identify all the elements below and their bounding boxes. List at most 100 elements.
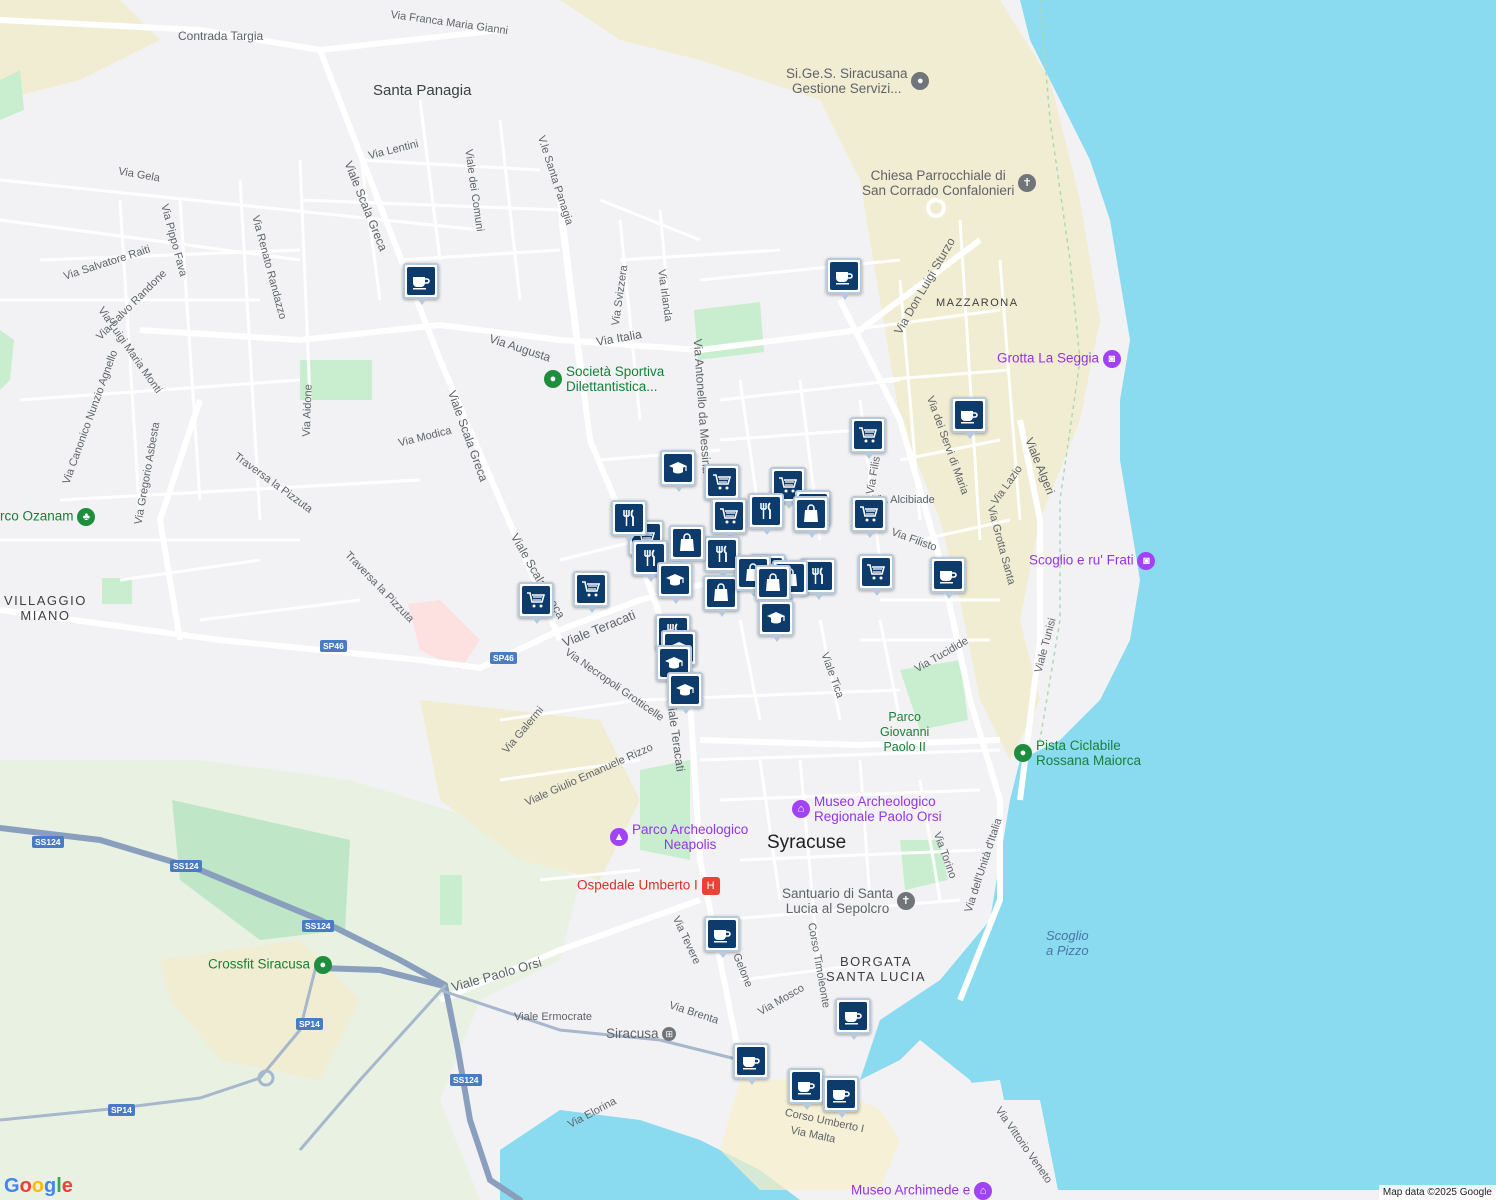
cafe-marker[interactable] bbox=[930, 557, 966, 593]
poi-pista-label: Pista Ciclabile Rossana Maiorca bbox=[1036, 738, 1141, 768]
map-attribution[interactable]: Map data ©2025 Google bbox=[1379, 1185, 1496, 1200]
google-logo-e: e bbox=[62, 1175, 73, 1197]
poi-sigess-label: Si.Ge.S. Siracusana Gestione Servizi... bbox=[786, 66, 908, 96]
road-shield-ss124: SS124 bbox=[170, 860, 202, 872]
cafe-marker[interactable] bbox=[733, 1043, 769, 1079]
poi-museo-label: Museo Archeologico Regionale Paolo Orsi bbox=[814, 794, 942, 824]
shopping-bag-marker[interactable] bbox=[669, 525, 705, 561]
school-marker[interactable] bbox=[660, 450, 696, 486]
poi-siracusa-station[interactable]: Siracusa ⊞ bbox=[606, 1026, 680, 1041]
road-shield-sp14: SP14 bbox=[108, 1104, 135, 1116]
poi-museo-archimede[interactable]: Museo Archimede e ⌂ bbox=[851, 1182, 996, 1200]
water-label-scoglio-a-pizzo: Scoglio a Pizzo bbox=[1046, 928, 1089, 958]
grocery-marker[interactable] bbox=[711, 498, 747, 534]
cafe-marker[interactable] bbox=[704, 916, 740, 952]
poi-crossfit[interactable]: Crossfit Siracusa ● bbox=[208, 956, 336, 974]
poi-grotta[interactable]: Grotta La Seggia ◙ bbox=[997, 350, 1125, 368]
school-marker[interactable] bbox=[758, 600, 794, 636]
shopping-bag-marker[interactable] bbox=[793, 496, 829, 532]
cafe-marker[interactable] bbox=[788, 1068, 824, 1104]
place-label-santa-panagia: Santa Panagia bbox=[373, 82, 471, 99]
cafe-icon bbox=[708, 920, 736, 948]
poi-pista[interactable]: ●Pista Ciclabile Rossana Maiorca bbox=[1014, 738, 1141, 768]
poi-museo-archimede-label: Museo Archimede e bbox=[851, 1183, 970, 1198]
poi-ospedale[interactable]: Ospedale Umberto I H bbox=[577, 877, 724, 895]
poi-ospedale-label: Ospedale Umberto I bbox=[577, 878, 698, 893]
school-marker[interactable] bbox=[667, 672, 703, 708]
street-label: Via Aidone bbox=[302, 384, 315, 437]
city-label-syracuse: Syracuse bbox=[767, 832, 846, 854]
cafe-icon bbox=[737, 1047, 765, 1075]
cafe-marker[interactable] bbox=[403, 263, 439, 299]
cafe-marker[interactable] bbox=[823, 1076, 859, 1112]
pin-icon: ● bbox=[544, 370, 562, 388]
place-label-villaggio-miano: VILLAGGIO MIANO bbox=[4, 593, 87, 623]
road-shield-sp46: SP46 bbox=[320, 640, 347, 652]
street-label: Contrada Targia bbox=[178, 30, 263, 42]
grocery-marker[interactable] bbox=[850, 417, 886, 453]
road-shield-ss124: SS124 bbox=[302, 920, 334, 932]
grocery-marker[interactable] bbox=[518, 582, 554, 618]
monument-icon: ▲ bbox=[610, 828, 628, 846]
google-logo-g2: g bbox=[44, 1175, 56, 1197]
poi-scoglio-frati-label: Scoglio e ru' Frati bbox=[1029, 553, 1134, 568]
cafe-marker[interactable] bbox=[951, 397, 987, 433]
grocery-icon bbox=[862, 558, 890, 586]
poi-museo[interactable]: ⌂Museo Archeologico Regionale Paolo Orsi bbox=[792, 794, 942, 824]
school-icon bbox=[664, 454, 692, 482]
grocery-icon bbox=[855, 500, 883, 528]
google-logo-g: G bbox=[4, 1175, 20, 1197]
cafe-icon bbox=[407, 267, 435, 295]
tree-icon: ♣ bbox=[77, 508, 95, 526]
restaurant-icon bbox=[708, 540, 736, 568]
cafe-icon bbox=[827, 1080, 855, 1108]
cafe-icon bbox=[792, 1072, 820, 1100]
restaurant-icon bbox=[752, 497, 780, 525]
cafe-marker[interactable] bbox=[826, 258, 862, 294]
poi-societa-label: Società Sportiva Dilettantistica... bbox=[566, 364, 664, 394]
poi-societa[interactable]: ●Società Sportiva Dilettantistica... bbox=[544, 364, 664, 394]
street-label: Viale Ermocrate bbox=[514, 1012, 592, 1023]
shopping-bag-marker[interactable] bbox=[703, 575, 739, 611]
poi-scoglio-frati[interactable]: Scoglio e ru' Frati ◙ bbox=[1029, 552, 1159, 570]
grocery-marker[interactable] bbox=[851, 496, 887, 532]
pin-icon: ● bbox=[1014, 744, 1032, 762]
poi-chiesa[interactable]: Chiesa Parrocchiale di San Corrado Confa… bbox=[862, 168, 1040, 198]
school-marker[interactable] bbox=[657, 562, 693, 598]
school-icon bbox=[671, 676, 699, 704]
poi-neapolis[interactable]: ▲Parco Archeologico Neapolis bbox=[610, 822, 748, 852]
poi-neapolis-label: Parco Archeologico Neapolis bbox=[632, 822, 748, 852]
shopping-bag-marker[interactable] bbox=[755, 565, 791, 601]
map-canvas[interactable] bbox=[0, 0, 1496, 1200]
pin-icon: ● bbox=[911, 72, 929, 90]
school-icon bbox=[762, 604, 790, 632]
grocery-icon bbox=[522, 586, 550, 614]
shopping-bag-icon bbox=[707, 579, 735, 607]
restaurant-icon bbox=[804, 562, 832, 590]
restaurant-marker[interactable] bbox=[748, 493, 784, 529]
poi-crossfit-label: Crossfit Siracusa bbox=[208, 957, 310, 972]
poi-sigess[interactable]: Si.Ge.S. Siracusana Gestione Servizi... … bbox=[786, 66, 933, 96]
grocery-icon bbox=[715, 502, 743, 530]
camera-icon: ◙ bbox=[1137, 552, 1155, 570]
train-icon: ⊞ bbox=[662, 1027, 676, 1041]
grocery-icon bbox=[708, 468, 736, 496]
museum-icon: ⌂ bbox=[974, 1182, 992, 1200]
grocery-marker[interactable] bbox=[573, 571, 609, 607]
grocery-marker[interactable] bbox=[704, 464, 740, 500]
poi-ozanam-label: rco Ozanam bbox=[0, 509, 74, 524]
cafe-marker[interactable] bbox=[835, 998, 871, 1034]
restaurant-icon bbox=[615, 504, 643, 532]
shopping-bag-icon bbox=[673, 529, 701, 557]
poi-santuario[interactable]: Santuario di Santa Lucia al Sepolcro ✝ bbox=[782, 886, 919, 916]
camera-icon: ◙ bbox=[1103, 350, 1121, 368]
pin-icon: ● bbox=[314, 956, 332, 974]
google-logo-o2: o bbox=[32, 1175, 44, 1197]
grocery-icon bbox=[577, 575, 605, 603]
shopping-bag-icon bbox=[759, 569, 787, 597]
restaurant-marker[interactable] bbox=[611, 500, 647, 536]
google-logo-o1: o bbox=[20, 1175, 32, 1197]
school-icon bbox=[661, 566, 689, 594]
grocery-marker[interactable] bbox=[858, 554, 894, 590]
poi-ozanam[interactable]: rco Ozanam ♣ bbox=[0, 508, 99, 526]
